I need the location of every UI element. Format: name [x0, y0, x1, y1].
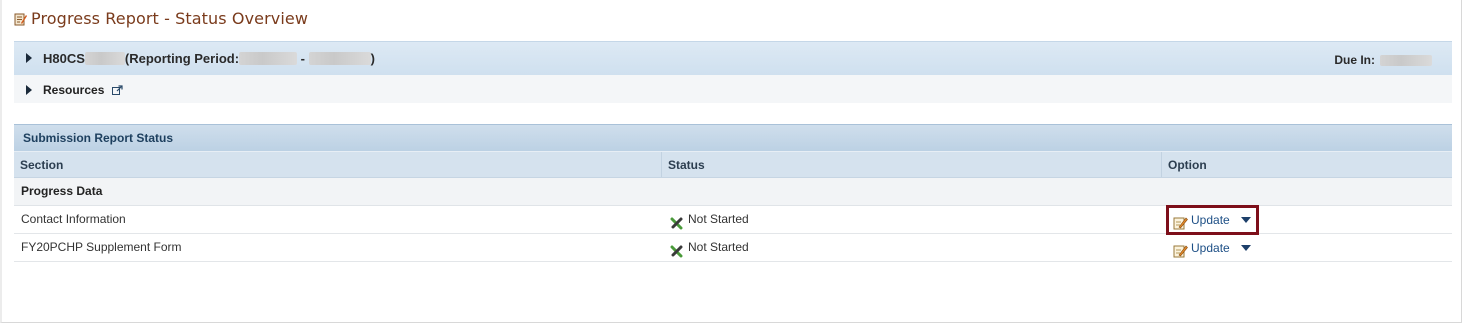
edit-pencil-icon[interactable]	[1173, 213, 1188, 229]
resources-label[interactable]: Resources	[43, 83, 123, 97]
table-row: Contact Information Not Started Update	[14, 205, 1452, 235]
section-name: Contact Information	[21, 212, 126, 226]
update-link[interactable]: Update	[1191, 207, 1230, 234]
submission-status-table: Submission Report Status Section Status …	[14, 124, 1452, 262]
column-header-status: Status	[662, 152, 1162, 177]
status-text: Not Started	[688, 212, 749, 226]
update-link[interactable]: Update	[1191, 235, 1230, 262]
update-option[interactable]: Update	[1168, 236, 1257, 260]
column-header-section: Section	[14, 152, 662, 177]
page-title-text: Progress Report - Status Overview	[31, 9, 309, 28]
due-in: Due In:	[1334, 53, 1432, 67]
resources-text[interactable]: Resources	[43, 83, 104, 97]
column-header-option: Option	[1168, 158, 1207, 172]
reporting-period-label: (Reporting Period:	[124, 51, 240, 66]
expand-arrow-icon[interactable]	[26, 85, 32, 95]
table-row: FY20PCHP Supplement Form Not Started Upd…	[14, 234, 1452, 262]
redacted-grant-number	[84, 52, 125, 65]
expand-arrow-icon[interactable]	[26, 53, 32, 63]
redacted-due-value	[1380, 54, 1432, 66]
edit-pencil-icon[interactable]	[1173, 241, 1188, 257]
status-cell: Not Started	[662, 206, 1162, 233]
report-edit-icon	[14, 12, 27, 26]
grant-label: H80CS (Reporting Period: - )	[43, 51, 375, 66]
chevron-down-icon[interactable]	[1240, 217, 1251, 223]
resources-bar[interactable]: Resources	[14, 75, 1452, 103]
group-row-progress-data: Progress Data	[14, 178, 1452, 206]
period-separator: -	[297, 51, 309, 66]
due-in-label: Due In:	[1334, 53, 1375, 67]
option-cell: Update	[1162, 234, 1452, 261]
not-started-icon	[670, 241, 684, 258]
column-header-row: Section Status Option	[14, 151, 1452, 178]
grant-number-prefix: H80CS	[43, 51, 85, 66]
section-name: FY20PCHP Supplement Form	[21, 240, 182, 254]
not-started-icon	[670, 213, 684, 230]
page-title: Progress Report - Status Overview	[14, 9, 308, 28]
redacted-period-start	[239, 52, 298, 65]
period-close: )	[370, 51, 375, 66]
redacted-period-end	[308, 52, 371, 65]
option-cell: Update	[1162, 205, 1452, 235]
chevron-down-icon[interactable]	[1240, 245, 1251, 251]
table-title: Submission Report Status	[14, 124, 1452, 151]
external-link-icon[interactable]	[112, 84, 123, 96]
status-cell: Not Started	[662, 234, 1162, 261]
update-option-highlighted[interactable]: Update	[1166, 205, 1259, 235]
grant-summary-bar[interactable]: H80CS (Reporting Period: - ) Due In:	[14, 41, 1452, 75]
status-text: Not Started	[688, 240, 749, 254]
